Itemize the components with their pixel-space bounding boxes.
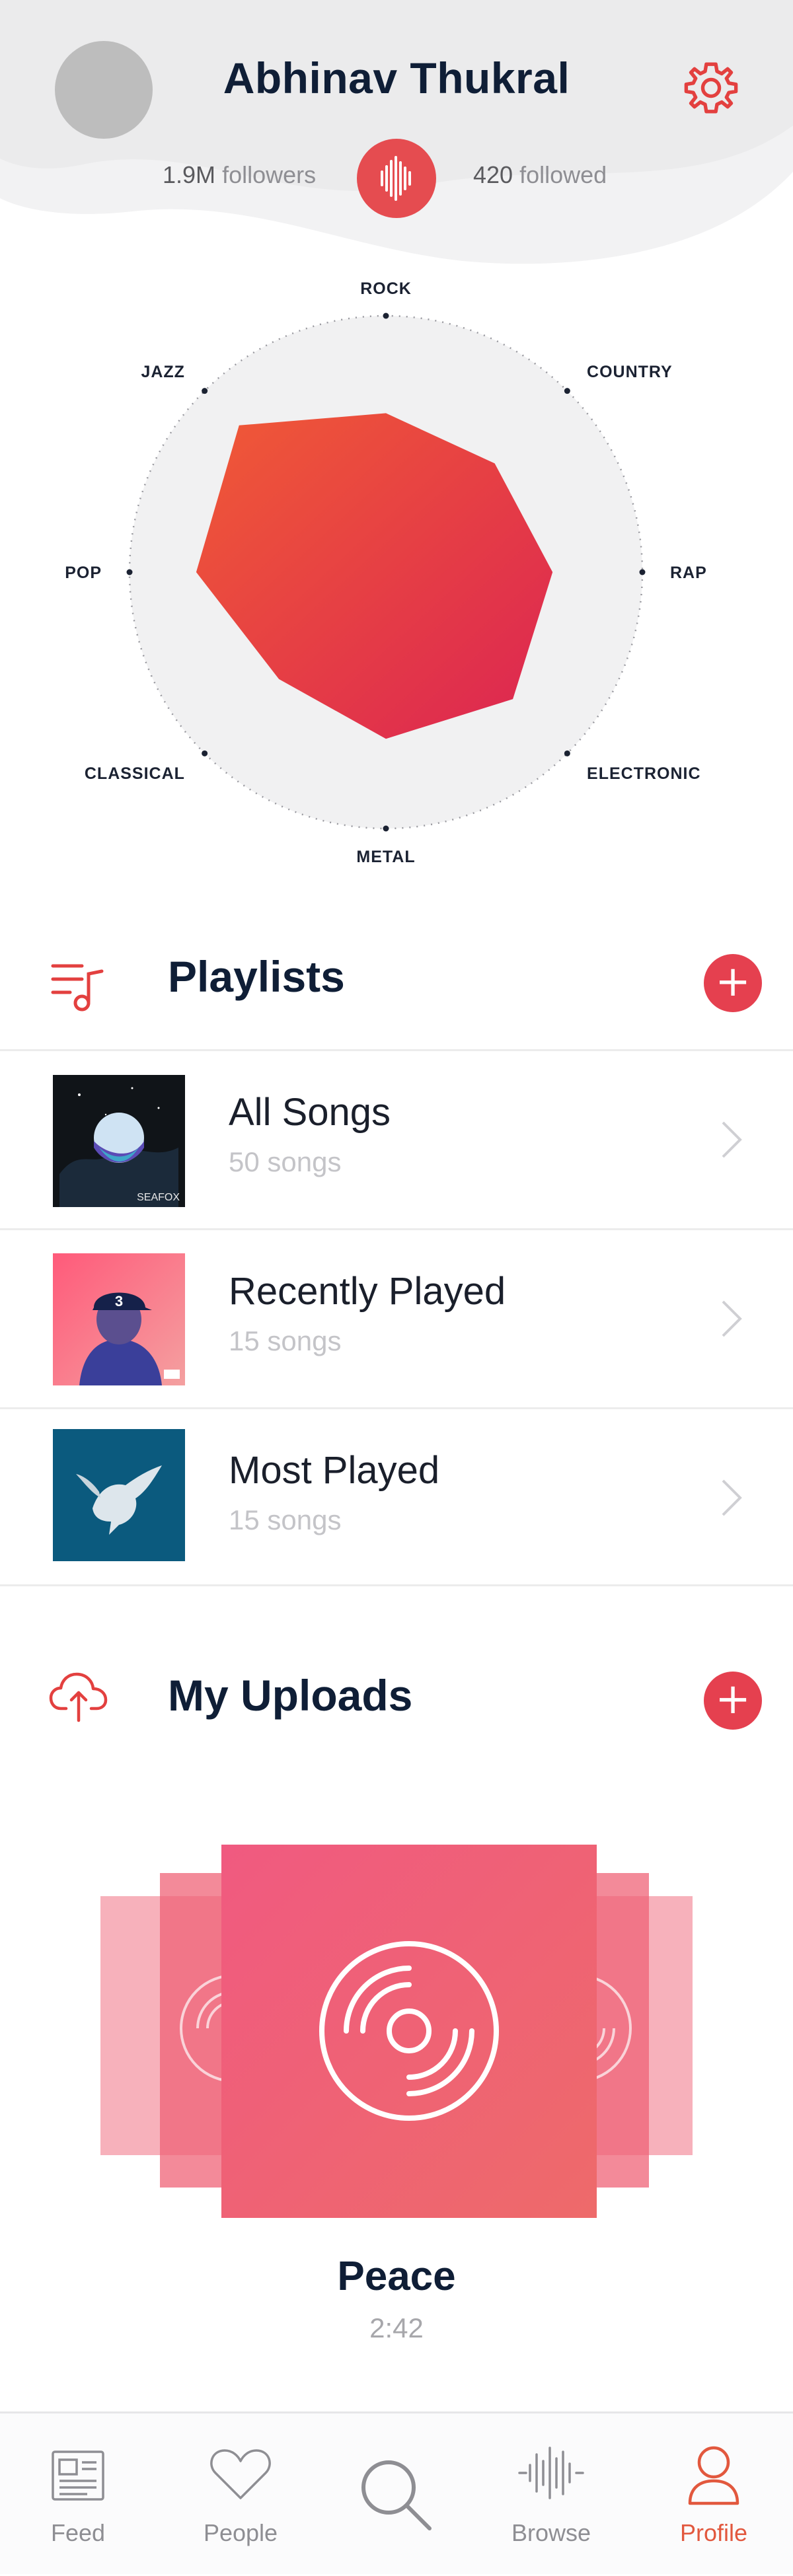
artwork-caption: SEAFOX xyxy=(137,1192,180,1203)
current-song-title: Peace xyxy=(337,2254,456,2299)
vinyl-record-icon xyxy=(319,1941,499,2121)
radar-axis-dot xyxy=(564,388,570,394)
tab-label: Feed xyxy=(50,2519,106,2546)
profile-name: Abhinav Thukral xyxy=(223,54,570,102)
upload-card-current[interactable] xyxy=(221,1845,597,2218)
followers-label: followers xyxy=(222,161,317,188)
tab-feed[interactable]: Feed xyxy=(12,2413,144,2576)
tab-people[interactable]: People xyxy=(174,2413,307,2576)
radar-axis-label: ELECTRONIC xyxy=(587,764,701,783)
playlist-title: Recently Played xyxy=(229,1270,506,1313)
soundwave-icon xyxy=(381,156,411,201)
radar-axis-label: RAP xyxy=(670,564,707,582)
tab-label: Browse xyxy=(511,2519,591,2546)
playlist-title: All Songs xyxy=(229,1091,391,1134)
tab-label: Profile xyxy=(679,2519,748,2546)
radar-axis-dot xyxy=(383,825,389,832)
followed-stat[interactable]: 420 followed xyxy=(473,161,607,189)
chevron-right-icon xyxy=(722,1121,742,1158)
radar-axis-label: METAL xyxy=(356,848,415,866)
newspaper-icon xyxy=(52,2450,104,2501)
tab-bar: Feed People Browse Profile xyxy=(0,2411,793,2574)
playlist-subtitle: 15 songs xyxy=(229,1504,342,1535)
playlist-subtitle: 50 songs xyxy=(229,1146,342,1177)
add-upload-button[interactable]: + xyxy=(704,1672,762,1730)
radar-axis-dot xyxy=(639,569,646,575)
radar-axis-dot xyxy=(202,388,208,394)
radar-axis-label: POP xyxy=(65,564,102,582)
playlist-artwork: SEAFOX xyxy=(53,1075,185,1207)
radar-axis-label: CLASSICAL xyxy=(85,764,185,783)
playlist-title: Most Played xyxy=(229,1449,440,1492)
chevron-right-icon xyxy=(722,1479,742,1516)
radar-axis-label: ROCK xyxy=(360,279,412,298)
heart-icon xyxy=(210,2449,271,2499)
followed-count: 420 xyxy=(473,161,513,188)
cloud-upload-icon xyxy=(49,1672,108,1722)
search-icon xyxy=(361,2460,432,2530)
soundwave-icon xyxy=(518,2447,584,2499)
add-playlist-button[interactable]: + xyxy=(704,954,762,1012)
playlist-row-recently-played[interactable]: 3 Recently Played 15 songs xyxy=(0,1230,793,1408)
tab-search[interactable] xyxy=(330,2413,463,2576)
tab-browse[interactable]: Browse xyxy=(485,2413,617,2576)
playlist-subtitle: 15 songs xyxy=(229,1325,342,1356)
gear-icon[interactable] xyxy=(683,59,739,116)
playlist-artwork: 3 xyxy=(53,1253,185,1385)
radar-axis-dot xyxy=(126,569,133,575)
soundwave-button[interactable] xyxy=(357,139,436,218)
artwork-caption: 3 xyxy=(115,1293,123,1309)
radar-axis-label: JAZZ xyxy=(141,363,185,381)
radar-axis-dot xyxy=(564,750,570,756)
tab-profile[interactable]: Profile xyxy=(648,2413,780,2576)
radar-axis-dot xyxy=(383,313,389,319)
genre-radar-chart: ROCK COUNTRY RAP ELECTRONIC METAL CLASSICAL PO… xyxy=(65,279,707,866)
uploads-title: My Uploads xyxy=(168,1671,413,1720)
divider xyxy=(0,1584,793,1586)
chevron-right-icon xyxy=(722,1300,742,1337)
person-icon xyxy=(688,2446,739,2505)
playlist-row-all-songs[interactable]: SEAFOX All Songs 50 songs xyxy=(0,1050,793,1229)
followers-stat[interactable]: 1.9M followers xyxy=(163,161,316,189)
avatar[interactable] xyxy=(55,41,153,139)
followed-label: followed xyxy=(519,161,607,188)
current-song-duration: 2:42 xyxy=(369,2312,424,2343)
followers-count: 1.9M xyxy=(163,161,216,188)
playlist-icon xyxy=(51,964,104,1012)
tab-label: People xyxy=(203,2519,278,2546)
playlist-row-most-played[interactable]: Most Played 15 songs xyxy=(0,1409,793,1587)
radar-axis-label: COUNTRY xyxy=(587,363,673,381)
playlist-artwork xyxy=(53,1429,185,1561)
radar-axis-dot xyxy=(202,750,208,756)
playlists-title: Playlists xyxy=(168,952,345,1001)
